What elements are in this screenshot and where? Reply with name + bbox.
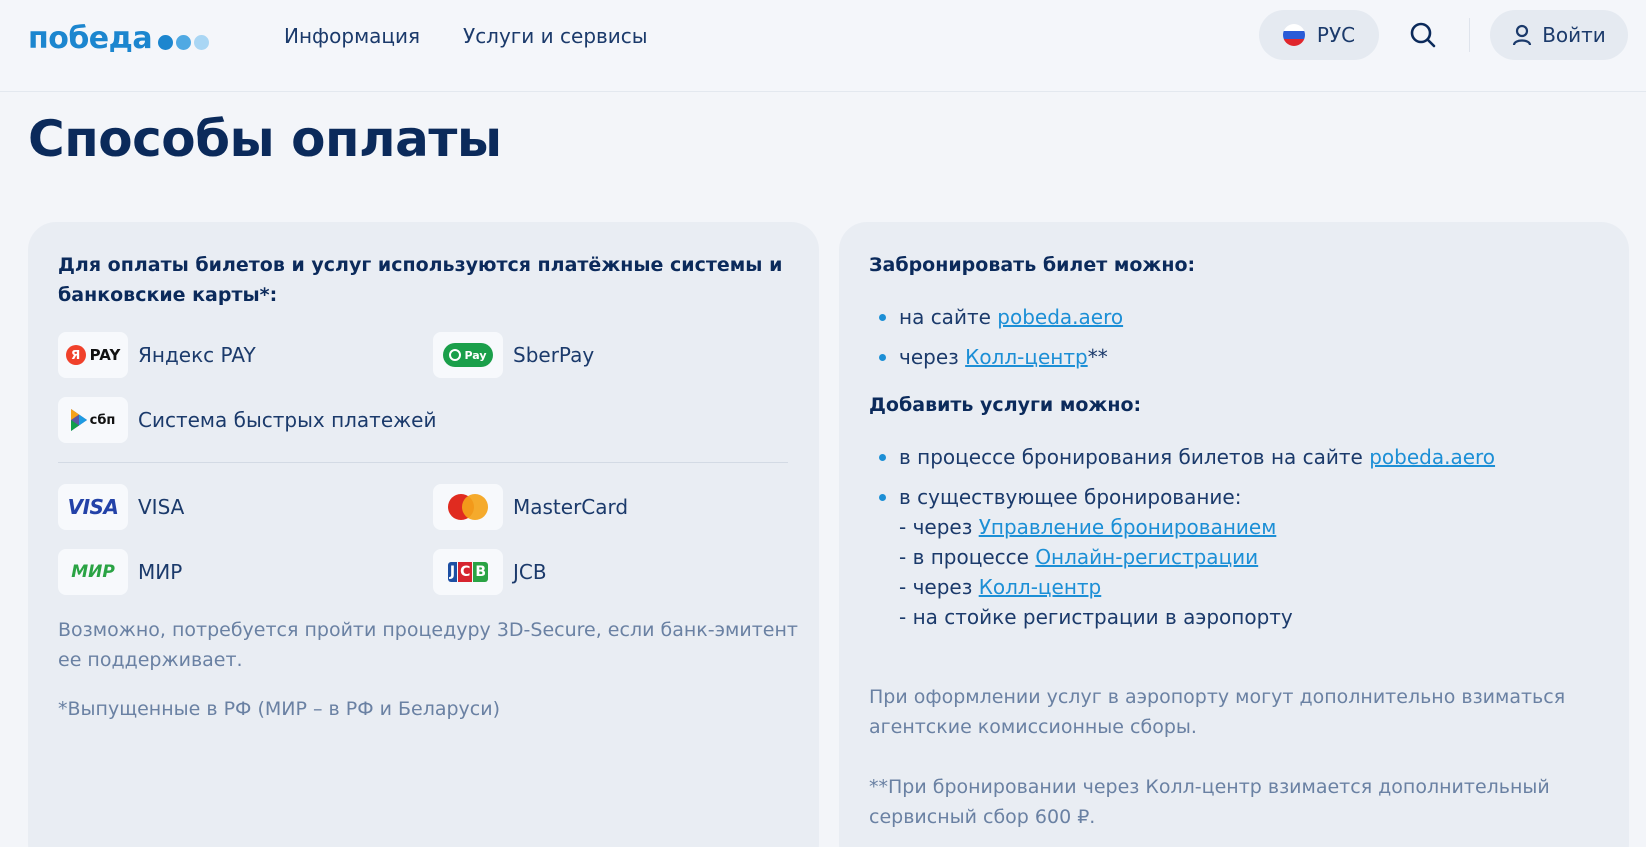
- sub-item: - в процессе Онлайн-регистрации: [899, 545, 1259, 569]
- pobeda-site-link[interactable]: pobeda.aero: [1369, 445, 1495, 469]
- call-center-link[interactable]: Колл-центр: [979, 575, 1102, 599]
- call-center-link[interactable]: Колл-центр: [965, 345, 1088, 369]
- sub-item: - через Колл-центр: [899, 575, 1102, 599]
- russia-flag-icon: [1282, 24, 1305, 46]
- pobeda-site-link[interactable]: pobeda.aero: [997, 305, 1123, 329]
- nav-services[interactable]: Услуги и сервисы: [463, 24, 648, 48]
- jcb-logo: J C B: [433, 549, 503, 595]
- nav-information[interactable]: Информация: [284, 24, 420, 48]
- method-mir: МИР МИР: [58, 549, 182, 595]
- logo-wordmark: победа: [28, 20, 153, 56]
- note-issued-cards: *Выпущенные в РФ (МИР – в РФ и Беларуси): [58, 698, 501, 720]
- method-label: MasterCard: [513, 495, 629, 519]
- pobeda-logo[interactable]: победа: [28, 18, 210, 58]
- note-call-center-fee: **При бронировании через Колл-центр взим…: [869, 776, 1550, 828]
- method-mastercard: MasterCard: [433, 484, 628, 530]
- yandex-pay-logo: Я PAY: [58, 332, 128, 378]
- method-sberpay: Pay SberPay: [433, 332, 594, 378]
- services-heading: Добавить услуги можно:: [869, 394, 1142, 416]
- booking-options-list: на сайте pobeda.aero через Колл-центр**: [869, 302, 1123, 372]
- online-checkin-link[interactable]: Онлайн-регистрации: [1035, 545, 1258, 569]
- booking-info-card: Забронировать билет можно: на сайте pobe…: [839, 222, 1629, 847]
- sbp-logo: сбп: [58, 397, 128, 443]
- list-item: в существующее бронирование: - через Упр…: [869, 482, 1495, 632]
- method-label: МИР: [138, 560, 183, 584]
- booking-heading: Забронировать билет можно:: [869, 254, 1196, 276]
- mastercard-logo: [433, 484, 503, 530]
- list-item: через Колл-центр**: [869, 342, 1123, 372]
- method-yandex-pay: Я PAY Яндекс PAY: [58, 332, 256, 378]
- method-label: Система быстрых платежей: [138, 408, 437, 432]
- login-label: Войти: [1542, 23, 1606, 47]
- method-label: Яндекс PAY: [138, 343, 256, 367]
- site-header: победа Информация Услуги и сервисы РУС В…: [0, 0, 1646, 92]
- mir-logo: МИР: [58, 549, 128, 595]
- search-icon[interactable]: [1408, 20, 1438, 50]
- language-button[interactable]: РУС: [1259, 10, 1379, 60]
- list-item: на сайте pobeda.aero: [869, 302, 1123, 332]
- header-divider: [1469, 18, 1470, 52]
- language-label: РУС: [1316, 23, 1356, 47]
- note-airport-fees: При оформлении услуг в аэропорту могут д…: [869, 686, 1566, 738]
- page-title: Способы оплаты: [28, 110, 502, 168]
- method-jcb: J C B JCB: [433, 549, 547, 595]
- services-options-list: в процессе бронирования билетов на сайте…: [869, 442, 1495, 632]
- method-label: SberPay: [513, 343, 595, 367]
- payment-methods-card: Для оплаты билетов и услуг используются …: [28, 222, 819, 847]
- user-icon: [1513, 24, 1532, 46]
- method-label: JCB: [513, 560, 547, 584]
- list-item: в процессе бронирования билетов на сайте…: [869, 442, 1495, 472]
- sberpay-logo: Pay: [433, 332, 503, 378]
- logo-dots: [158, 34, 210, 50]
- method-sbp: сбп Система быстрых платежей: [58, 397, 436, 443]
- sub-item: - на стойке регистрации в аэропорту: [899, 605, 1293, 629]
- manage-booking-link[interactable]: Управление бронированием: [979, 515, 1277, 539]
- visa-logo: VISA: [58, 484, 128, 530]
- method-visa: VISA VISA: [58, 484, 184, 530]
- payment-methods-heading: Для оплаты билетов и услуг используются …: [58, 254, 783, 306]
- sub-item: - через Управление бронированием: [899, 515, 1277, 539]
- method-label: VISA: [138, 495, 185, 519]
- note-3d-secure: Возможно, потребуется пройти процедуру 3…: [58, 619, 798, 671]
- login-button[interactable]: Войти: [1490, 10, 1628, 60]
- methods-divider: [58, 462, 788, 463]
